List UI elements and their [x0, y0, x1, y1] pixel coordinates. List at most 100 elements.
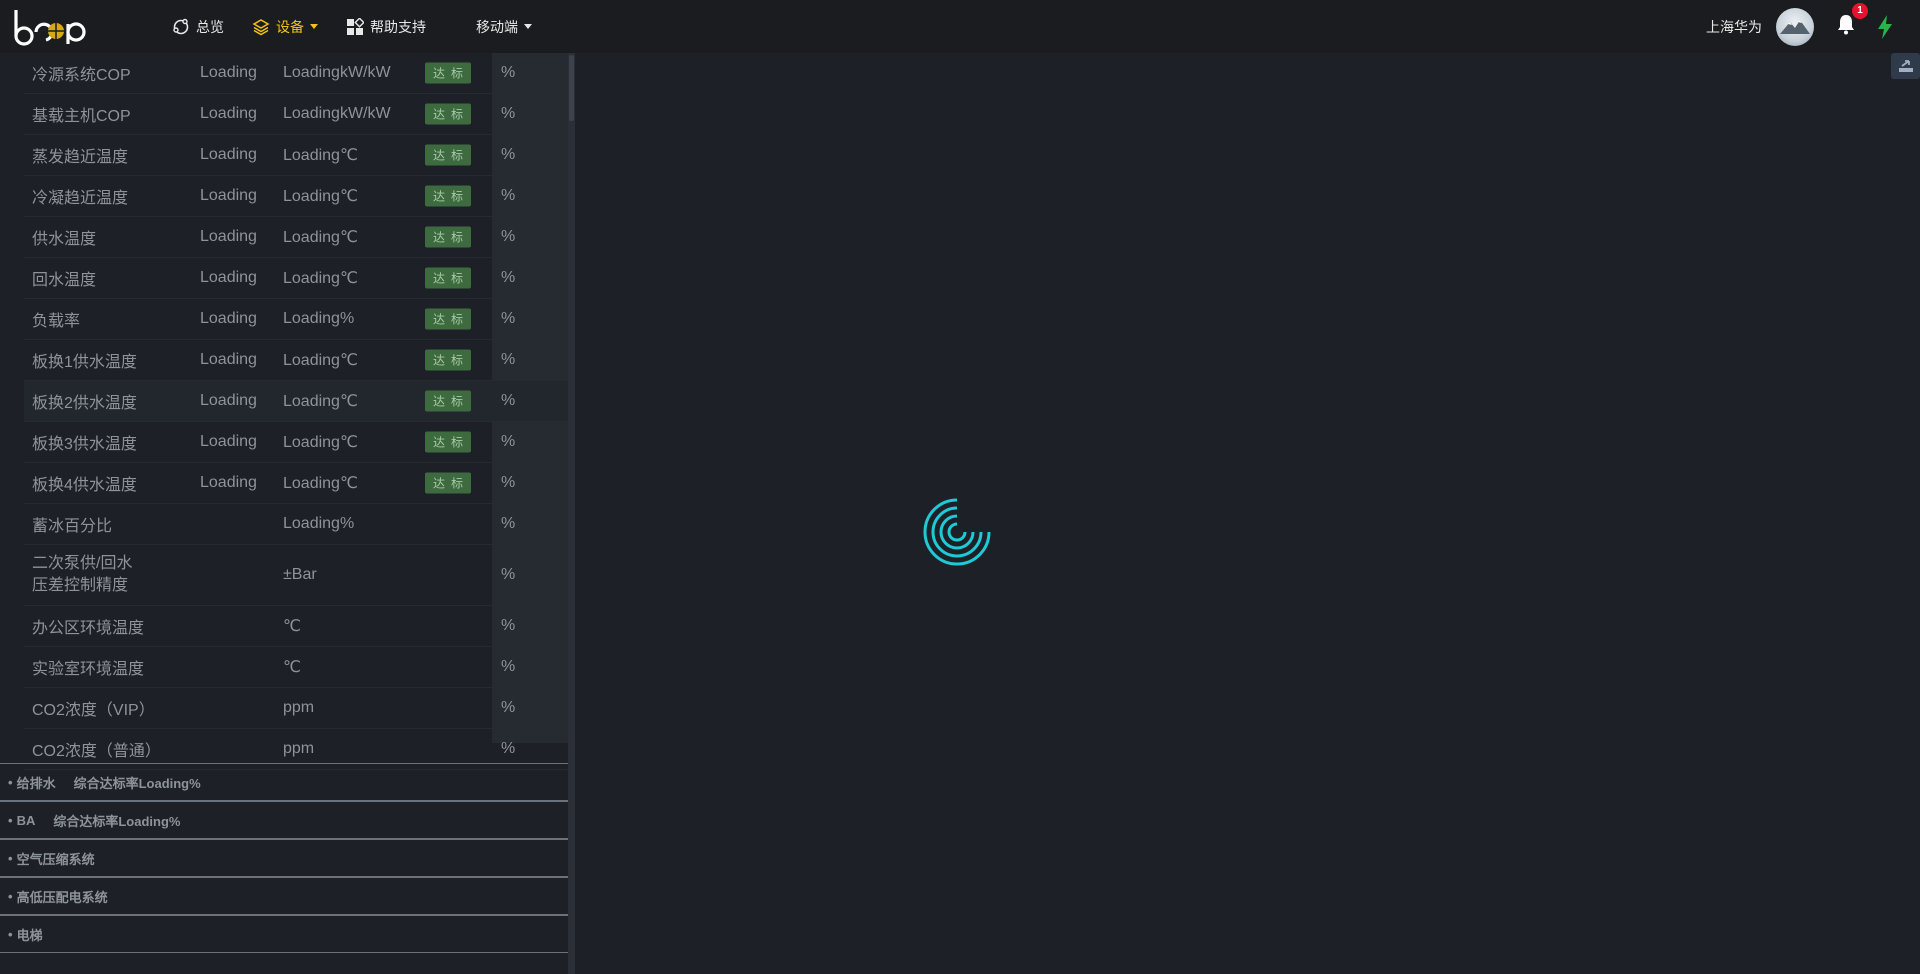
table-row[interactable]: 负载率 Loading Loading% 达标%: [24, 299, 568, 340]
main-nav: 总览 设备 帮助支持 移动端: [172, 0, 560, 53]
kpi-target: LoadingkW/kW: [283, 105, 391, 122]
status-badge: 达标: [425, 431, 472, 453]
kpi-table: 冷源系统COP Loading LoadingkW/kW 达标% 基载主机COP Load…: [24, 53, 568, 770]
kpi-percent: %: [501, 187, 516, 204]
section-rate: 综合达标率Loading%: [53, 813, 181, 829]
kpi-target: Loading℃: [283, 393, 358, 410]
kpi-name: CO2浓度（普通）: [32, 743, 161, 760]
kpi-percent: %: [501, 566, 516, 583]
kpi-name: 板换2供水温度: [32, 395, 137, 412]
kpi-percent: %: [501, 433, 516, 450]
table-row[interactable]: 板换1供水温度 Loading Loading℃ 达标%: [24, 340, 568, 381]
nav-overview[interactable]: 总览: [172, 17, 224, 37]
export-icon: [1898, 60, 1913, 72]
table-row[interactable]: 板换3供水温度 Loading Loading℃ 达标%: [24, 422, 568, 463]
bullet-icon: •: [8, 888, 13, 904]
kpi-value: Loading: [200, 105, 257, 122]
section-header[interactable]: • 电梯: [0, 915, 568, 953]
chevron-down-icon: [524, 24, 532, 29]
avatar[interactable]: [1776, 7, 1814, 46]
kpi-value: Loading: [200, 146, 257, 163]
company-name[interactable]: 上海华为: [1706, 17, 1762, 37]
kpi-name-line: 二次泵供/回水: [32, 555, 133, 572]
kpi-value: Loading: [200, 310, 257, 327]
kpi-percent: %: [501, 351, 516, 368]
kpi-target: Loading℃: [283, 475, 358, 492]
nav-devices[interactable]: 设备: [252, 17, 318, 37]
status-badge: 达标: [425, 62, 472, 84]
bell-icon: [1838, 15, 1854, 35]
table-row[interactable]: 基载主机COP Loading LoadingkW/kW 达标%: [24, 94, 568, 135]
status-badge: 达标: [425, 267, 472, 289]
kpi-name: 供水温度: [32, 231, 97, 248]
nav-help-label: 帮助支持: [370, 18, 426, 35]
table-row[interactable]: 板换2供水温度 Loading Loading℃ 达标%: [24, 381, 568, 422]
kpi-target: Loading℃: [283, 270, 358, 287]
kpi-target: Loading℃: [283, 147, 358, 164]
section-title: BA: [16, 812, 36, 828]
table-row[interactable]: 二次泵供/回水 压差控制精度 ±Bar%: [24, 545, 568, 606]
section-title: 高低压配电系统: [16, 889, 108, 905]
kpi-name: 蒸发趋近温度: [32, 149, 129, 166]
mountain-icon: [1780, 19, 1810, 34]
status-badge: 达标: [425, 144, 472, 166]
section-header[interactable]: • 空气压缩系统: [0, 839, 568, 877]
section-title: 空气压缩系统: [16, 851, 95, 867]
notification-bell[interactable]: 1: [1836, 3, 1868, 40]
kpi-target: ppm: [283, 699, 315, 716]
kpi-name: 板换4供水温度: [32, 477, 137, 494]
kpi-value: Loading: [200, 392, 257, 409]
kpi-percent: %: [501, 310, 516, 327]
overview-icon: [173, 18, 189, 34]
export-button[interactable]: [1891, 53, 1920, 79]
section-header[interactable]: • BA 综合达标率Loading%: [0, 801, 568, 839]
table-row[interactable]: 冷凝趋近温度 Loading Loading℃ 达标%: [24, 176, 568, 217]
table-row[interactable]: 蒸发趋近温度 Loading Loading℃ 达标%: [24, 135, 568, 176]
scrollbar-track[interactable]: [568, 53, 575, 974]
kpi-target: Loading℃: [283, 434, 358, 451]
kpi-name: CO2浓度（VIP）: [32, 702, 155, 719]
section-header[interactable]: • 给排水 综合达标率Loading%: [0, 763, 568, 801]
status-badge: 达标: [425, 390, 472, 412]
grid-icon: [347, 17, 364, 35]
kpi-percent: %: [501, 269, 516, 286]
nav-overview-label: 总览: [196, 18, 224, 35]
status-badge: 达标: [425, 308, 472, 330]
kpi-percent: %: [501, 474, 516, 491]
kpi-name: 回水温度: [32, 272, 97, 289]
table-row[interactable]: 回水温度 Loading Loading℃ 达标%: [24, 258, 568, 299]
kpi-name: 冷源系统COP: [32, 67, 131, 84]
table-row[interactable]: 实验室环境温度 ℃%: [24, 647, 568, 688]
header-right: 上海华为 1: [1706, 0, 1920, 53]
table-row[interactable]: 办公区环境温度 ℃%: [24, 606, 568, 647]
nav-mobile[interactable]: 移动端: [476, 17, 532, 37]
bullet-icon: •: [8, 812, 13, 828]
top-bar: 总览 设备 帮助支持 移动端 上海华为 1: [0, 0, 1920, 53]
table-row[interactable]: 供水温度 Loading Loading℃ 达标%: [24, 217, 568, 258]
kpi-target: Loading℃: [283, 188, 358, 205]
section-header[interactable]: • 高低压配电系统: [0, 877, 568, 915]
kpi-target: ppm: [283, 740, 315, 757]
kpi-percent: %: [501, 64, 516, 81]
kpi-name: 蓄冰百分比: [32, 518, 113, 535]
kpi-target: ℃: [283, 618, 301, 635]
kpi-percent: %: [501, 699, 516, 716]
table-row[interactable]: 板换4供水温度 Loading Loading℃ 达标%: [24, 463, 568, 504]
table-row[interactable]: CO2浓度（VIP） ppm%: [24, 688, 568, 729]
table-row[interactable]: 冷源系统COP Loading LoadingkW/kW 达标%: [24, 53, 568, 94]
lightning-icon[interactable]: [1876, 14, 1894, 40]
kpi-name: 二次泵供/回水 压差控制精度: [32, 553, 132, 597]
nav-help[interactable]: 帮助支持: [346, 17, 426, 37]
kpi-name-line: 压差控制精度: [32, 577, 129, 594]
kpi-target: Loading℃: [283, 229, 358, 246]
kpi-target: Loading%: [283, 515, 355, 532]
kpi-name: 负载率: [32, 313, 81, 330]
section-title: 给排水: [16, 775, 56, 791]
scrollbar-thumb[interactable]: [569, 55, 574, 121]
bullet-icon: •: [8, 926, 13, 942]
loading-spinner-icon: [923, 498, 991, 566]
kpi-panel[interactable]: 冷源系统COP Loading LoadingkW/kW 达标% 基载主机COP Load…: [0, 53, 568, 974]
table-row[interactable]: 蓄冰百分比 Loading%%: [24, 504, 568, 545]
kpi-target: Loading℃: [283, 352, 358, 369]
brand-logo[interactable]: [12, 6, 100, 46]
